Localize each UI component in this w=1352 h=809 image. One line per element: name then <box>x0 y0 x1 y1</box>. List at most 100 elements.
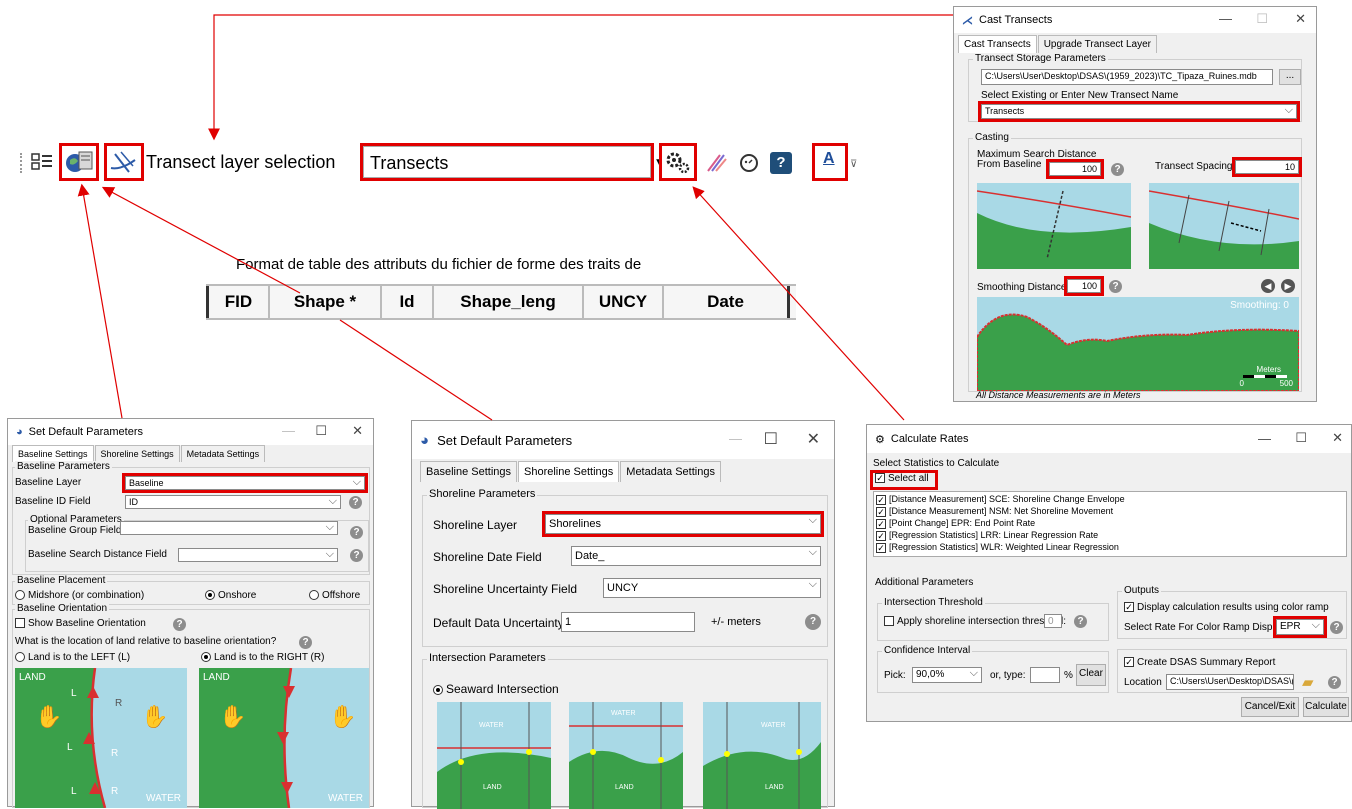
folder-icon[interactable]: ▰ <box>1302 673 1314 691</box>
attr-col-uncy: UNCY <box>584 286 664 318</box>
help-icon[interactable]: ? <box>350 549 363 562</box>
confidence-type-input[interactable] <box>1030 667 1060 683</box>
uncertainty-unit: +/- meters <box>711 616 761 628</box>
shoreline-date-label: Shoreline Date Field <box>433 550 542 564</box>
baseline-id-select[interactable]: ID <box>125 495 341 509</box>
land-left-radio[interactable]: Land is to the LEFT (L) <box>15 652 130 663</box>
show-orientation-checkbox[interactable]: Show Baseline Orientation <box>15 618 146 629</box>
r-marker: R <box>115 698 123 709</box>
select-all-checkbox[interactable]: ✓ Select all <box>870 470 938 490</box>
stat-lrr-checkbox[interactable]: ✓ [Regression Statistics] LRR: Linear Reg… <box>876 529 1344 541</box>
maximize-button[interactable]: ☐ <box>1295 430 1307 446</box>
land-right-radio[interactable]: Land is to the RIGHT (R) <box>201 652 324 663</box>
tab-shoreline-settings[interactable]: Shoreline Settings <box>518 461 620 482</box>
overflow-chevron-icon[interactable]: ⊽ <box>850 159 857 170</box>
outputs-group: Outputs ✓ Display calculation results usi… <box>1117 585 1347 639</box>
minimize-button[interactable]: — <box>1219 11 1232 26</box>
water-text: WATER <box>611 710 636 717</box>
minimize-button[interactable]: — <box>1258 431 1271 446</box>
timer-icon[interactable] <box>737 151 761 175</box>
transect-name-select[interactable]: Transects <box>978 101 1300 122</box>
help-icon[interactable]: ? <box>299 636 312 649</box>
cast-tab-bar: Cast Transects Upgrade Transect Layer <box>958 35 1158 53</box>
help-icon[interactable]: ? <box>173 618 186 631</box>
maximize-button[interactable]: ☐ <box>764 429 778 449</box>
create-summary-checkbox[interactable]: ✓ Create DSAS Summary Report <box>1124 657 1275 668</box>
cast-transects-icon[interactable] <box>104 143 144 181</box>
tab-shoreline-settings[interactable]: Shoreline Settings <box>94 445 180 462</box>
help-icon[interactable]: ? <box>770 152 792 174</box>
confidence-pick-select[interactable]: 90,0% <box>912 667 982 683</box>
dsas-toolbar: Transect layer selection Transects ▼ ? A… <box>20 143 880 183</box>
baseline-titlebar: ◕ Set Default Parameters — ☐ ✕ <box>8 419 373 445</box>
offshore-radio[interactable]: Offshore <box>309 590 360 601</box>
tab-upgrade-transect-layer[interactable]: Upgrade Transect Layer <box>1037 35 1157 53</box>
baseline-search-select[interactable] <box>178 548 338 562</box>
optional-parameters-group: Optional Parameters Baseline Group Field… <box>25 514 369 572</box>
land-text: LAND <box>203 672 230 683</box>
help-icon[interactable]: ? <box>349 496 362 509</box>
transect-spacing-input[interactable]: 10 <box>1232 157 1302 177</box>
storage-path-input[interactable]: C:\Users\User\Desktop\DSAS\(1959_2023)\T… <box>981 69 1273 85</box>
help-icon[interactable]: ? <box>1328 676 1341 689</box>
threshold-input[interactable]: 0 <box>1044 614 1062 628</box>
tab-cast-transects[interactable]: Cast Transects <box>958 35 1037 53</box>
attribute-list-icon[interactable] <box>30 151 54 173</box>
stat-sce-checkbox[interactable]: ✓ [Distance Measurement] SCE: Shoreline C… <box>876 493 1344 505</box>
onshore-radio[interactable]: Onshore <box>205 590 256 601</box>
next-button[interactable]: ▶ <box>1281 279 1295 293</box>
help-icon[interactable]: ? <box>805 614 821 630</box>
default-parameters-icon[interactable] <box>59 143 99 181</box>
land-left-illustration: LAND WATER L R L R L R ✋ ✋ <box>15 668 187 808</box>
intersection-parameters-group: Intersection Parameters Seaward Intersec… <box>422 652 828 809</box>
shoreline-parameters-group: Shoreline Parameters Shoreline Layer Sho… <box>422 488 828 647</box>
baseline-group-select[interactable] <box>120 521 338 535</box>
previous-button[interactable]: ◀ <box>1261 279 1275 293</box>
hand-icon: ✋ <box>219 704 247 729</box>
minimize-button[interactable]: — <box>282 423 295 438</box>
apply-threshold-checkbox[interactable]: Apply shoreline intersection threshold: <box>884 616 1066 627</box>
tab-baseline-settings[interactable]: Baseline Settings <box>12 445 94 462</box>
location-input[interactable]: C:\Users\User\Desktop\DSAS\( <box>1166 674 1294 690</box>
help-icon[interactable]: ? <box>1330 621 1343 634</box>
close-button[interactable]: ✕ <box>1295 11 1306 27</box>
stat-epr-checkbox[interactable]: ✓ [Point Change] EPR: End Point Rate <box>876 517 1344 529</box>
smoothing-input[interactable]: 100 <box>1064 276 1104 296</box>
display-color-ramp-checkbox[interactable]: ✓ Display calculation results using color… <box>1124 602 1329 613</box>
shoreline-uncy-select[interactable]: UNCY <box>603 578 821 598</box>
cancel-exit-button[interactable]: Cancel/Exit <box>1241 697 1299 717</box>
close-button[interactable]: ✕ <box>807 429 820 449</box>
close-button[interactable]: ✕ <box>352 423 363 439</box>
help-icon[interactable]: ? <box>350 526 363 539</box>
stat-wlr-checkbox[interactable]: ✓ [Regression Statistics] WLR: Weighted L… <box>876 541 1344 553</box>
tab-baseline-settings[interactable]: Baseline Settings <box>420 461 517 482</box>
land-text: LAND <box>765 784 784 791</box>
help-icon[interactable]: ? <box>1074 615 1087 628</box>
clear-button[interactable]: Clear <box>1076 664 1106 686</box>
seaward-intersection-radio[interactable]: Seaward Intersection <box>433 682 559 696</box>
hand-icon: ✋ <box>35 704 63 729</box>
tab-metadata-settings[interactable]: Metadata Settings <box>620 461 721 482</box>
minimize-button[interactable]: — <box>729 431 742 446</box>
calculate-button[interactable]: Calculate <box>1303 697 1349 717</box>
stat-nsm-checkbox[interactable]: ✓ [Distance Measurement] NSM: Net Shoreli… <box>876 505 1344 517</box>
help-icon[interactable]: ? <box>1111 163 1124 176</box>
default-uncertainty-input[interactable]: 1 <box>561 612 695 632</box>
shoreline-date-select[interactable]: Date_ <box>571 546 821 566</box>
color-ramp-select[interactable]: EPR <box>1273 616 1327 638</box>
close-button[interactable]: ✕ <box>1332 430 1343 446</box>
data-visualization-icon[interactable] <box>704 151 728 175</box>
calculate-rates-icon[interactable] <box>659 143 697 181</box>
maximize-button[interactable]: ☐ <box>315 423 327 439</box>
transect-layer-select[interactable]: Transects ▼ <box>360 143 664 181</box>
maximize-button[interactable]: ☐ <box>1256 11 1268 27</box>
browse-button[interactable]: ... <box>1279 69 1301 85</box>
shoreline-layer-select[interactable]: Shorelines <box>542 511 824 537</box>
baseline-layer-select[interactable]: Baseline <box>122 473 368 493</box>
tab-metadata-settings[interactable]: Metadata Settings <box>180 445 266 462</box>
help-icon[interactable]: ? <box>1109 280 1122 293</box>
midshore-radio[interactable]: Midshore (or combination) <box>15 590 144 601</box>
text-style-icon[interactable]: A <box>812 143 848 181</box>
max-search-input[interactable]: 100 <box>1046 159 1104 179</box>
summary-report-group: ✓ Create DSAS Summary Report Location C:\… <box>1117 649 1347 693</box>
